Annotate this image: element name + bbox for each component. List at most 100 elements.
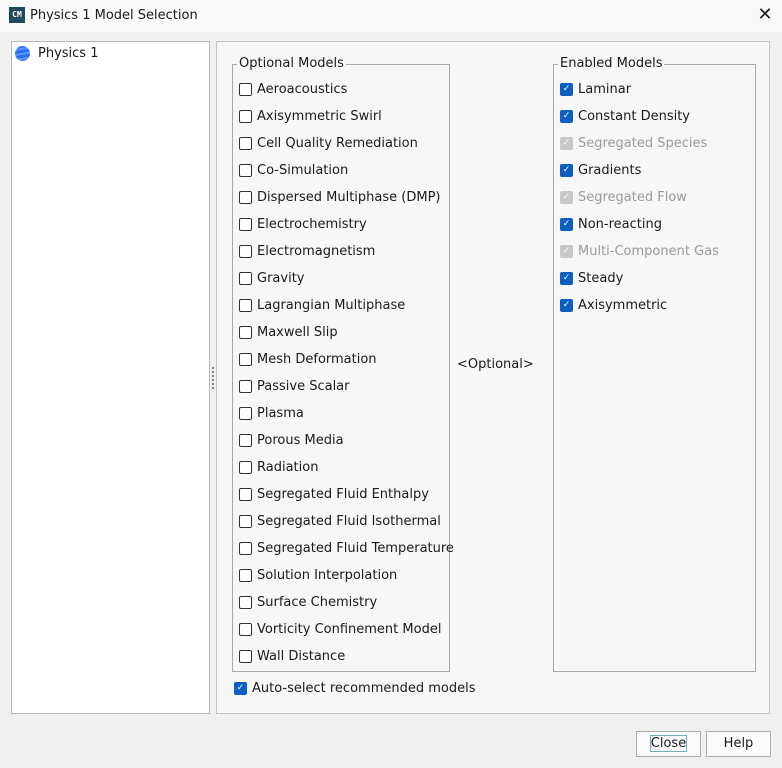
checkbox-checked-icon: ✓	[560, 190, 573, 204]
enabled-model-checkbox: ✓ Segregated Species	[560, 134, 707, 152]
checkbox-unchecked-icon	[239, 244, 252, 258]
physics-tree[interactable]: Physics 1	[11, 41, 210, 714]
model-label: Segregated Fluid Isothermal	[257, 513, 441, 529]
optional-model-checkbox[interactable]: Co-Simulation	[239, 161, 348, 179]
optional-model-checkbox[interactable]: Lagrangian Multiphase	[239, 296, 405, 314]
checkbox-unchecked-icon	[239, 541, 252, 555]
title-bar: CM Physics 1 Model Selection ✕	[0, 0, 782, 32]
checkbox-checked-icon: ✓	[234, 681, 247, 695]
model-label: Porous Media	[257, 432, 344, 448]
optional-model-checkbox[interactable]: Radiation	[239, 458, 318, 476]
optional-model-checkbox[interactable]: Segregated Fluid Temperature	[239, 539, 454, 557]
checkbox-unchecked-icon	[239, 406, 252, 420]
model-label: Dispersed Multiphase (DMP)	[257, 189, 441, 205]
optional-model-checkbox[interactable]: Dispersed Multiphase (DMP)	[239, 188, 441, 206]
optional-label: <Optional>	[457, 357, 534, 372]
optional-model-checkbox[interactable]: Segregated Fluid Isothermal	[239, 512, 441, 530]
enabled-model-checkbox[interactable]: ✓ Steady	[560, 269, 623, 287]
optional-model-checkbox[interactable]: Wall Distance	[239, 647, 345, 665]
model-label: Electromagnetism	[257, 243, 376, 259]
model-label: Axisymmetric	[578, 297, 668, 313]
enabled-model-checkbox: ✓ Multi-Component Gas	[560, 242, 719, 260]
optional-model-checkbox[interactable]: Gravity	[239, 269, 304, 287]
app-logo-icon: CM	[9, 7, 25, 23]
optional-model-checkbox[interactable]: Cell Quality Remediation	[239, 134, 418, 152]
model-label: Segregated Fluid Temperature	[257, 540, 454, 556]
optional-models-group: Optional Models Aeroacoustics Axisymmetri…	[232, 56, 454, 672]
enabled-model-checkbox[interactable]: ✓ Gradients	[560, 161, 641, 179]
splitter-handle[interactable]	[211, 366, 215, 390]
enabled-model-checkbox[interactable]: ✓ Axisymmetric	[560, 296, 667, 314]
checkbox-unchecked-icon	[239, 622, 252, 636]
optional-model-checkbox[interactable]: Solution Interpolation	[239, 566, 397, 584]
optional-model-checkbox[interactable]: Aeroacoustics	[239, 80, 347, 98]
help-button[interactable]: Help	[706, 731, 771, 757]
optional-model-checkbox[interactable]: Vorticity Confinement Model	[239, 620, 441, 638]
model-label: Plasma	[257, 405, 304, 421]
window-title: Physics 1 Model Selection	[30, 8, 198, 23]
checkbox-unchecked-icon	[239, 190, 252, 204]
model-label: Wall Distance	[257, 648, 346, 664]
close-button-label: Close	[649, 735, 688, 752]
optional-model-checkbox[interactable]: Mesh Deformation	[239, 350, 377, 368]
checkbox-unchecked-icon	[239, 649, 252, 663]
optional-model-checkbox[interactable]: Segregated Fluid Enthalpy	[239, 485, 429, 503]
model-label: Mesh Deformation	[257, 351, 377, 367]
model-label: Steady	[578, 270, 624, 286]
checkbox-unchecked-icon	[239, 325, 252, 339]
model-label: Passive Scalar	[257, 378, 350, 394]
enabled-models-legend: Enabled Models	[558, 56, 665, 71]
close-button[interactable]: Close	[636, 731, 701, 757]
checkbox-unchecked-icon	[239, 136, 252, 150]
model-label: Segregated Flow	[578, 189, 687, 205]
checkbox-unchecked-icon	[239, 271, 252, 285]
model-label: Cell Quality Remediation	[257, 135, 418, 151]
model-label: Constant Density	[578, 108, 690, 124]
physics-continuum-icon	[15, 46, 30, 61]
model-label: Surface Chemistry	[257, 594, 378, 610]
model-label: Maxwell Slip	[257, 324, 338, 340]
checkbox-checked-icon: ✓	[560, 82, 573, 96]
optional-model-checkbox[interactable]: Porous Media	[239, 431, 344, 449]
checkbox-checked-icon: ✓	[560, 109, 573, 123]
window-close-button[interactable]: ✕	[752, 3, 778, 27]
model-selection-panel: Optional Models Aeroacoustics Axisymmetri…	[216, 41, 770, 714]
checkbox-checked-icon: ✓	[560, 298, 573, 312]
enabled-model-checkbox[interactable]: ✓ Non-reacting	[560, 215, 662, 233]
auto-select-checkbox[interactable]: ✓ Auto-select recommended models	[234, 679, 475, 697]
enabled-model-checkbox[interactable]: ✓ Constant Density	[560, 107, 690, 125]
optional-model-checkbox[interactable]: Electrochemistry	[239, 215, 367, 233]
checkbox-checked-icon: ✓	[560, 136, 573, 150]
enabled-models-group: Enabled Models ✓ Laminar ✓ Constant Density…	[553, 56, 756, 672]
checkbox-unchecked-icon	[239, 217, 252, 231]
optional-model-checkbox[interactable]: Electromagnetism	[239, 242, 375, 260]
model-label: Aeroacoustics	[257, 81, 348, 97]
optional-model-checkbox[interactable]: Passive Scalar	[239, 377, 350, 395]
checkbox-checked-icon: ✓	[560, 271, 573, 285]
optional-model-checkbox[interactable]: Maxwell Slip	[239, 323, 338, 341]
checkbox-unchecked-icon	[239, 595, 252, 609]
checkbox-unchecked-icon	[239, 109, 252, 123]
model-label: Lagrangian Multiphase	[257, 297, 406, 313]
checkbox-unchecked-icon	[239, 514, 252, 528]
model-label: Co-Simulation	[257, 162, 349, 178]
checkbox-unchecked-icon	[239, 568, 252, 582]
model-label: Axisymmetric Swirl	[257, 108, 382, 124]
checkbox-checked-icon: ✓	[560, 244, 573, 258]
model-label: Gradients	[578, 162, 642, 178]
tree-item-physics-1[interactable]: Physics 1	[12, 42, 209, 66]
checkbox-unchecked-icon	[239, 82, 252, 96]
optional-models-legend: Optional Models	[237, 56, 346, 71]
enabled-model-checkbox[interactable]: ✓ Laminar	[560, 80, 631, 98]
checkbox-checked-icon: ✓	[560, 163, 573, 177]
optional-model-checkbox[interactable]: Axisymmetric Swirl	[239, 107, 382, 125]
model-label: Gravity	[257, 270, 305, 286]
optional-model-checkbox[interactable]: Surface Chemistry	[239, 593, 377, 611]
tree-item-label: Physics 1	[38, 46, 99, 61]
model-label: Multi-Component Gas	[578, 243, 719, 259]
model-label: Radiation	[257, 459, 319, 475]
optional-model-checkbox[interactable]: Plasma	[239, 404, 304, 422]
checkbox-unchecked-icon	[239, 379, 252, 393]
model-label: Segregated Fluid Enthalpy	[257, 486, 429, 502]
auto-select-label: Auto-select recommended models	[252, 680, 476, 696]
